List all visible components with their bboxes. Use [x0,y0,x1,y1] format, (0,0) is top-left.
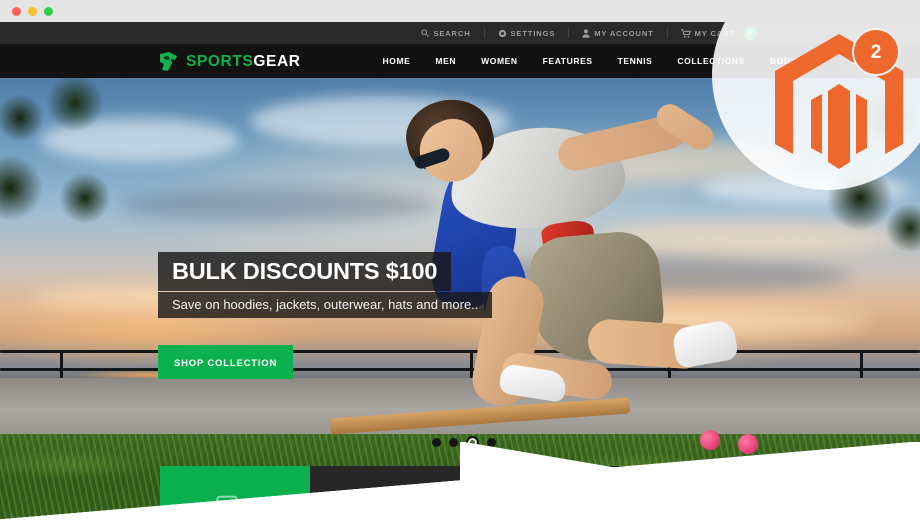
app-root: Search Settings My Account [0,0,920,520]
site-logo-text: SPORTSGEAR [186,54,301,70]
minimize-window-button[interactable] [28,7,37,16]
user-icon [582,28,590,38]
page-bottom-diagonal-right [460,442,920,520]
search-icon [421,29,430,37]
utility-search-label: Search [433,28,471,38]
cart-icon [680,28,691,38]
utility-my-account-label: My Account [594,28,654,38]
logo-text-part1: SPORTS [186,52,254,70]
utility-settings-label: Settings [510,28,556,38]
lion-head-icon [158,51,180,72]
utility-search[interactable]: Search [408,22,483,44]
utility-settings[interactable]: Settings [485,22,569,44]
browser-titlebar [0,0,920,22]
shop-collection-button[interactable]: Shop Collection [158,345,294,379]
close-window-button[interactable] [12,7,21,16]
nav-item-tennis[interactable]: Tennis [605,44,665,78]
logo-text-part2: GEAR [253,52,301,70]
zoom-window-button[interactable] [44,7,53,16]
window-controls [12,7,53,16]
tree-foliage-left [0,78,130,268]
nav-item-features[interactable]: Features [530,44,605,78]
utility-links: Search Settings My Account [408,22,770,44]
gear-icon [498,29,507,38]
hero-headline: Bulk Discounts $100 [172,258,438,284]
site-viewport: Search Settings My Account [0,22,920,520]
hero-headline-box: Bulk Discounts $100 [158,252,452,291]
magento-notification-badge[interactable]: 2 [852,28,900,76]
skateboarder-photo-subject [392,86,752,416]
nav-item-home[interactable]: Home [370,44,423,78]
hero-subhead-box: Save on hoodies, jackets, outerwear, hat… [158,292,493,319]
magento-badge-count: 2 [870,41,882,63]
site-logo[interactable]: SPORTSGEAR [158,51,301,72]
shop-collection-label: Shop Collection [174,358,278,369]
nav-item-men[interactable]: Men [423,44,469,78]
utility-my-account[interactable]: My Account [569,22,666,44]
hero-subhead: Save on hoodies, jackets, outerwear, hat… [172,297,479,312]
nav-item-women[interactable]: Women [469,44,531,78]
